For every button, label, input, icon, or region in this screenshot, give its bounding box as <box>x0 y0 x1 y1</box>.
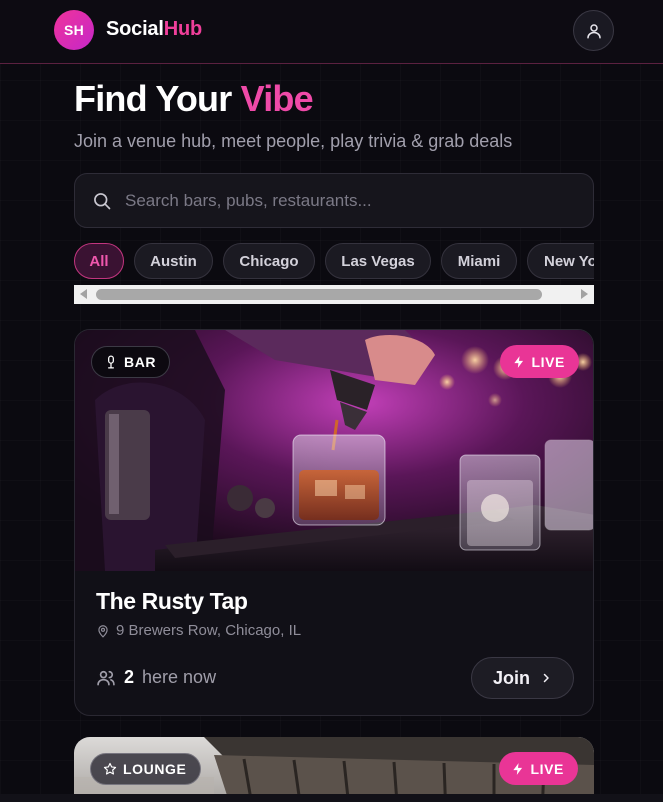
venue-card[interactable]: LOUNGE LIVE <box>74 737 594 802</box>
top-bar: SH SocialHub <box>0 0 663 64</box>
user-icon <box>586 23 601 38</box>
venue-type-badge: LOUNGE <box>90 753 201 785</box>
live-label: LIVE <box>531 353 565 370</box>
live-badge: LIVE <box>500 345 579 378</box>
page-title: Find Your Vibe <box>74 78 314 120</box>
venue-type-badge: BAR <box>91 346 171 378</box>
scroll-left-arrow-icon[interactable] <box>80 289 87 299</box>
horizontal-scrollbar[interactable] <box>74 285 594 304</box>
filter-chip-all[interactable]: All <box>74 243 124 279</box>
venue-image: BAR LIVE <box>75 330 593 571</box>
scrollbar-thumb[interactable] <box>96 289 542 300</box>
join-button-label: Join <box>492 667 530 688</box>
lightning-icon <box>513 762 523 775</box>
map-pin-icon <box>98 624 108 638</box>
here-now-label: here now <box>142 667 217 687</box>
venue-card[interactable]: BAR LIVE The Rusty Tap 9 Brewers Row, Ch… <box>74 329 594 716</box>
logo-badge[interactable]: SH <box>54 10 94 50</box>
venue-address: 9 Brewers Row, Chicago, IL <box>96 622 301 639</box>
filter-chip-chicago[interactable]: Chicago <box>223 243 315 279</box>
page-subtitle: Join a venue hub, meet people, play triv… <box>74 131 513 151</box>
venue-type-label: LOUNGE <box>123 761 187 777</box>
live-badge: LIVE <box>499 752 578 785</box>
microphone-icon <box>108 355 114 369</box>
profile-button[interactable] <box>573 10 614 51</box>
brand-name-part2: Hub <box>163 18 202 40</box>
brand-name[interactable]: SocialHub <box>106 18 202 41</box>
filter-chip-austin[interactable]: Austin <box>134 243 213 279</box>
join-button[interactable]: Join <box>471 657 574 699</box>
here-now-count: 2 <box>124 667 135 687</box>
users-icon <box>97 670 115 685</box>
scroll-right-arrow-icon[interactable] <box>581 289 588 299</box>
lightning-icon <box>514 355 524 368</box>
venue-type-label: BAR <box>124 354 157 370</box>
live-label: LIVE <box>530 760 564 777</box>
city-filter-bar: All Austin Chicago Las Vegas Miami New Y… <box>74 243 594 279</box>
brand-name-part1: Social <box>106 18 164 40</box>
page-title-part1: Find Your <box>74 78 241 119</box>
filter-chip-las-vegas[interactable]: Las Vegas <box>325 243 431 279</box>
venue-name[interactable]: The Rusty Tap <box>96 588 248 615</box>
filter-chip-new-york[interactable]: New York <box>527 243 594 279</box>
filter-chip-miami[interactable]: Miami <box>441 243 517 279</box>
search-bar <box>74 173 594 228</box>
page-title-highlight: Vibe <box>240 78 314 119</box>
presence-count: 2 here now <box>96 667 216 688</box>
search-input[interactable] <box>125 174 575 227</box>
search-icon <box>94 193 111 210</box>
venue-address-text: 9 Brewers Row, Chicago, IL <box>116 622 302 639</box>
bottom-edge <box>0 794 663 802</box>
chevron-right-icon <box>543 673 549 683</box>
star-icon <box>103 762 117 775</box>
